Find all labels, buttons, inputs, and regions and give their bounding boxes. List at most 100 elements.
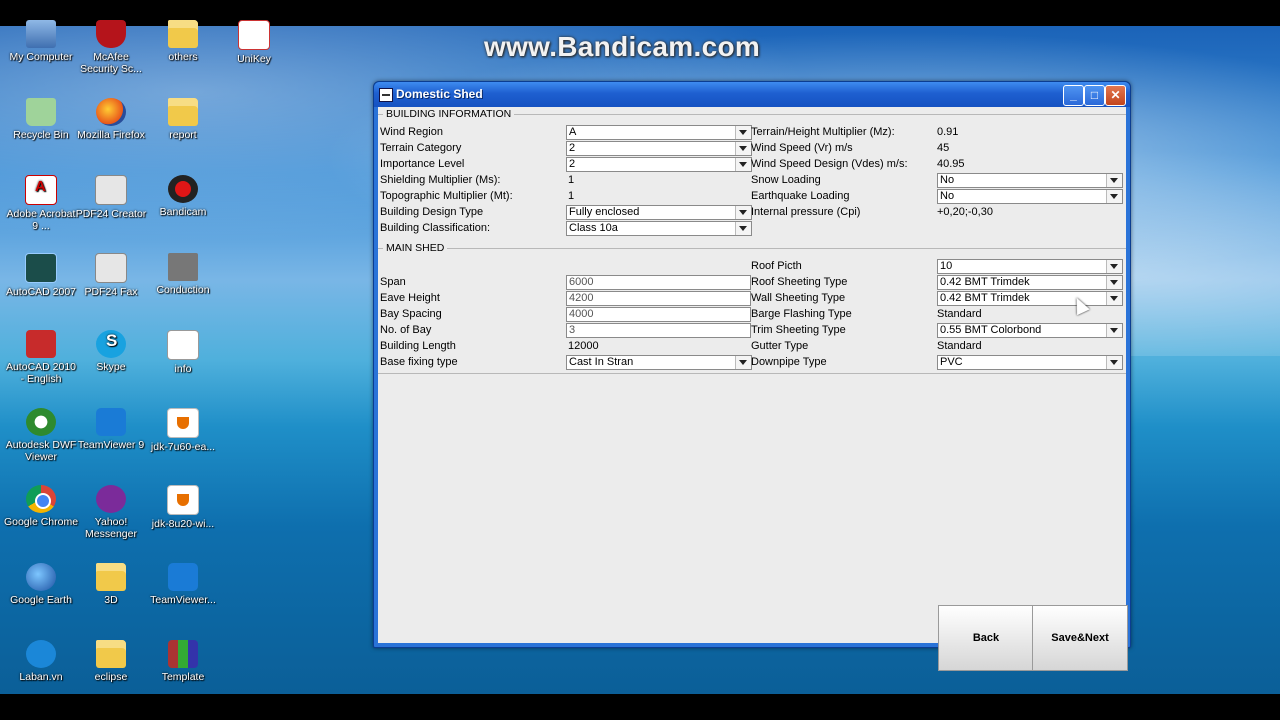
pdf24-icon (95, 175, 127, 205)
topographic-multiplier-label: Topographic Multiplier (Mt): (380, 190, 513, 202)
chevron-down-icon[interactable] (1106, 356, 1122, 369)
window-title: Domestic Shed (396, 87, 483, 101)
maximize-button[interactable]: □ (1084, 85, 1105, 106)
chevron-down-icon[interactable] (735, 142, 751, 155)
span-input[interactable]: 6000 (566, 275, 751, 290)
mcafee-shield-icon (96, 20, 126, 48)
desktop-icon-label: UniKey (237, 53, 271, 65)
desktop-icon-label: Google Chrome (3, 516, 79, 528)
computer-icon (26, 20, 56, 48)
desktop-icon-template[interactable]: Template (145, 640, 221, 683)
chevron-down-icon[interactable] (735, 356, 751, 369)
desktop-icon-teamviewer[interactable]: TeamViewer... (145, 562, 221, 606)
shielding-multiplier-value: 1 (568, 174, 575, 186)
desktop-icon-laban-vn[interactable]: Laban.vn (3, 640, 79, 683)
desktop-icon-bandicam[interactable]: Bandicam (145, 175, 221, 218)
desktop-icon-jdk-7u60-ea[interactable]: jdk-7u60-ea... (145, 407, 221, 453)
building-length-value: 12000 (568, 340, 599, 352)
chevron-down-icon[interactable] (735, 222, 751, 235)
earthquake-loading-select[interactable]: No (937, 189, 1123, 204)
terrain-height-multiplier-value: 0.91 (937, 126, 959, 138)
teamviewer-icon (96, 407, 126, 436)
unikey-icon (238, 20, 270, 50)
domestic-shed-window: Domestic Shed _ □ ✕ BUILDING INFORMATION… (373, 81, 1131, 671)
save-next-button[interactable]: Save&Next (1032, 605, 1128, 671)
building-classification-select[interactable]: Class 10a (566, 221, 752, 236)
terrain-category-select[interactable]: 2 (566, 141, 752, 156)
gutter-type-value: Standard (937, 340, 982, 352)
desktop-icon-teamviewer-9[interactable]: TeamViewer 9 (73, 407, 149, 451)
base-fixing-type-select[interactable]: Cast In Stran (566, 355, 752, 370)
snow-loading-label: Snow Loading (751, 174, 821, 186)
desktop-icon-autodesk-dwf-viewer[interactable]: Autodesk DWF Viewer (3, 407, 79, 463)
wind-speed-design-label: Wind Speed Design (Vdes) m/s: (751, 158, 908, 170)
terrain-category-label: Terrain Category (380, 142, 462, 154)
desktop-icon-recycle-bin[interactable]: Recycle Bin (3, 97, 79, 141)
gutter-type-label: Gutter Type (751, 340, 809, 352)
desktop-icon-label: Template (161, 671, 205, 683)
desktop-icon-google-chrome[interactable]: Google Chrome (3, 485, 79, 528)
chevron-down-icon[interactable] (735, 206, 751, 219)
desktop-icon-pdf24-fax[interactable]: PDF24 Fax (73, 252, 149, 298)
window-content: BUILDING INFORMATION Wind Region A Terra… (378, 107, 1128, 671)
desktop-icon-pdf24-creator[interactable]: PDF24 Creator (73, 175, 149, 220)
roof-sheeting-type-select[interactable]: 0.42 BMT Trimdek (937, 275, 1123, 290)
desktop-icon-conduction[interactable]: Conduction (145, 252, 221, 296)
importance-level-select[interactable]: 2 (566, 157, 752, 172)
wind-region-value: A (569, 126, 577, 138)
roof-sheeting-type-label: Roof Sheeting Type (751, 276, 848, 288)
chevron-down-icon[interactable] (1106, 276, 1122, 289)
desktop-icon-3d[interactable]: 3D (73, 562, 149, 606)
chevron-down-icon[interactable] (1106, 190, 1122, 203)
trim-sheeting-type-select[interactable]: 0.55 BMT Colorbond (937, 323, 1123, 338)
desktop-icon-info[interactable]: info (145, 330, 221, 375)
desktop-icon-autocad-2010-english[interactable]: AutoCAD 2010 - English (3, 330, 79, 385)
downpipe-type-select[interactable]: PVC (937, 355, 1123, 370)
building-design-type-select[interactable]: Fully enclosed (566, 205, 752, 220)
desktop-icon-adobe-acrobat-9[interactable]: Adobe Acrobat 9 ... (3, 175, 79, 232)
chevron-down-icon[interactable] (1106, 292, 1122, 305)
earthquake-loading-label: Earthquake Loading (751, 190, 850, 202)
chevron-down-icon[interactable] (1106, 174, 1122, 187)
snow-loading-select[interactable]: No (937, 173, 1123, 188)
section-title-building-information: BUILDING INFORMATION (383, 108, 515, 120)
roof-pitch-select[interactable]: 10 (937, 259, 1123, 274)
desktop-icon-label: 3D (104, 593, 118, 606)
desktop-icon-mozilla-firefox[interactable]: Mozilla Firefox (73, 97, 149, 141)
minimize-button[interactable]: _ (1063, 85, 1084, 106)
earthquake-loading-value: No (940, 190, 955, 202)
desktop-icon-eclipse[interactable]: eclipse (73, 640, 149, 683)
desktop-icon-label: Google Earth (10, 593, 72, 606)
building-design-type-value: Fully enclosed (569, 206, 640, 218)
desktop-icon-yahoo-messenger[interactable]: Yahoo! Messenger (73, 485, 149, 540)
eave-height-input[interactable]: 4200 (566, 291, 751, 306)
back-button[interactable]: Back (938, 605, 1034, 671)
wall-sheeting-type-select[interactable]: 0.42 BMT Trimdek (937, 291, 1123, 306)
desktop-icon-label: AutoCAD 2010 - English (5, 361, 77, 385)
desktop-icon-autocad-2007[interactable]: AutoCAD 2007 (3, 252, 79, 298)
bay-spacing-input[interactable]: 4000 (566, 307, 751, 322)
no-of-bay-input[interactable]: 3 (566, 323, 751, 338)
desktop-icon-label: jdk-8u20-wi... (151, 518, 215, 530)
desktop-icon-google-earth[interactable]: Google Earth (3, 562, 79, 606)
wind-region-label: Wind Region (380, 126, 443, 138)
internal-pressure-value: +0,20;-0,30 (937, 206, 993, 218)
desktop-icon-jdk-8u20-wi[interactable]: jdk-8u20-wi... (145, 485, 221, 530)
window-titlebar[interactable]: Domestic Shed _ □ ✕ (374, 82, 1130, 107)
chevron-down-icon[interactable] (735, 126, 751, 139)
chevron-down-icon[interactable] (735, 158, 751, 171)
desktop-icon-mcafee-security-sc[interactable]: McAfee Security Sc... (73, 20, 149, 75)
desktop-icon-label: eclipse (94, 671, 128, 683)
desktop-icon-unikey[interactable]: UniKey (216, 20, 292, 65)
chevron-down-icon[interactable] (1106, 324, 1122, 337)
importance-level-label: Importance Level (380, 158, 465, 170)
desktop-icon-others[interactable]: others (145, 20, 221, 63)
close-button[interactable]: ✕ (1105, 85, 1126, 106)
bandicam-icon (168, 175, 198, 203)
desktop-icon-skype[interactable]: Skype (73, 330, 149, 373)
desktop-icon-report[interactable]: report (145, 97, 221, 141)
desktop-icon-my-computer[interactable]: My Computer (3, 20, 79, 63)
pdf24-fax-icon (95, 252, 127, 283)
chevron-down-icon[interactable] (1106, 260, 1122, 273)
wind-region-select[interactable]: A (566, 125, 752, 140)
